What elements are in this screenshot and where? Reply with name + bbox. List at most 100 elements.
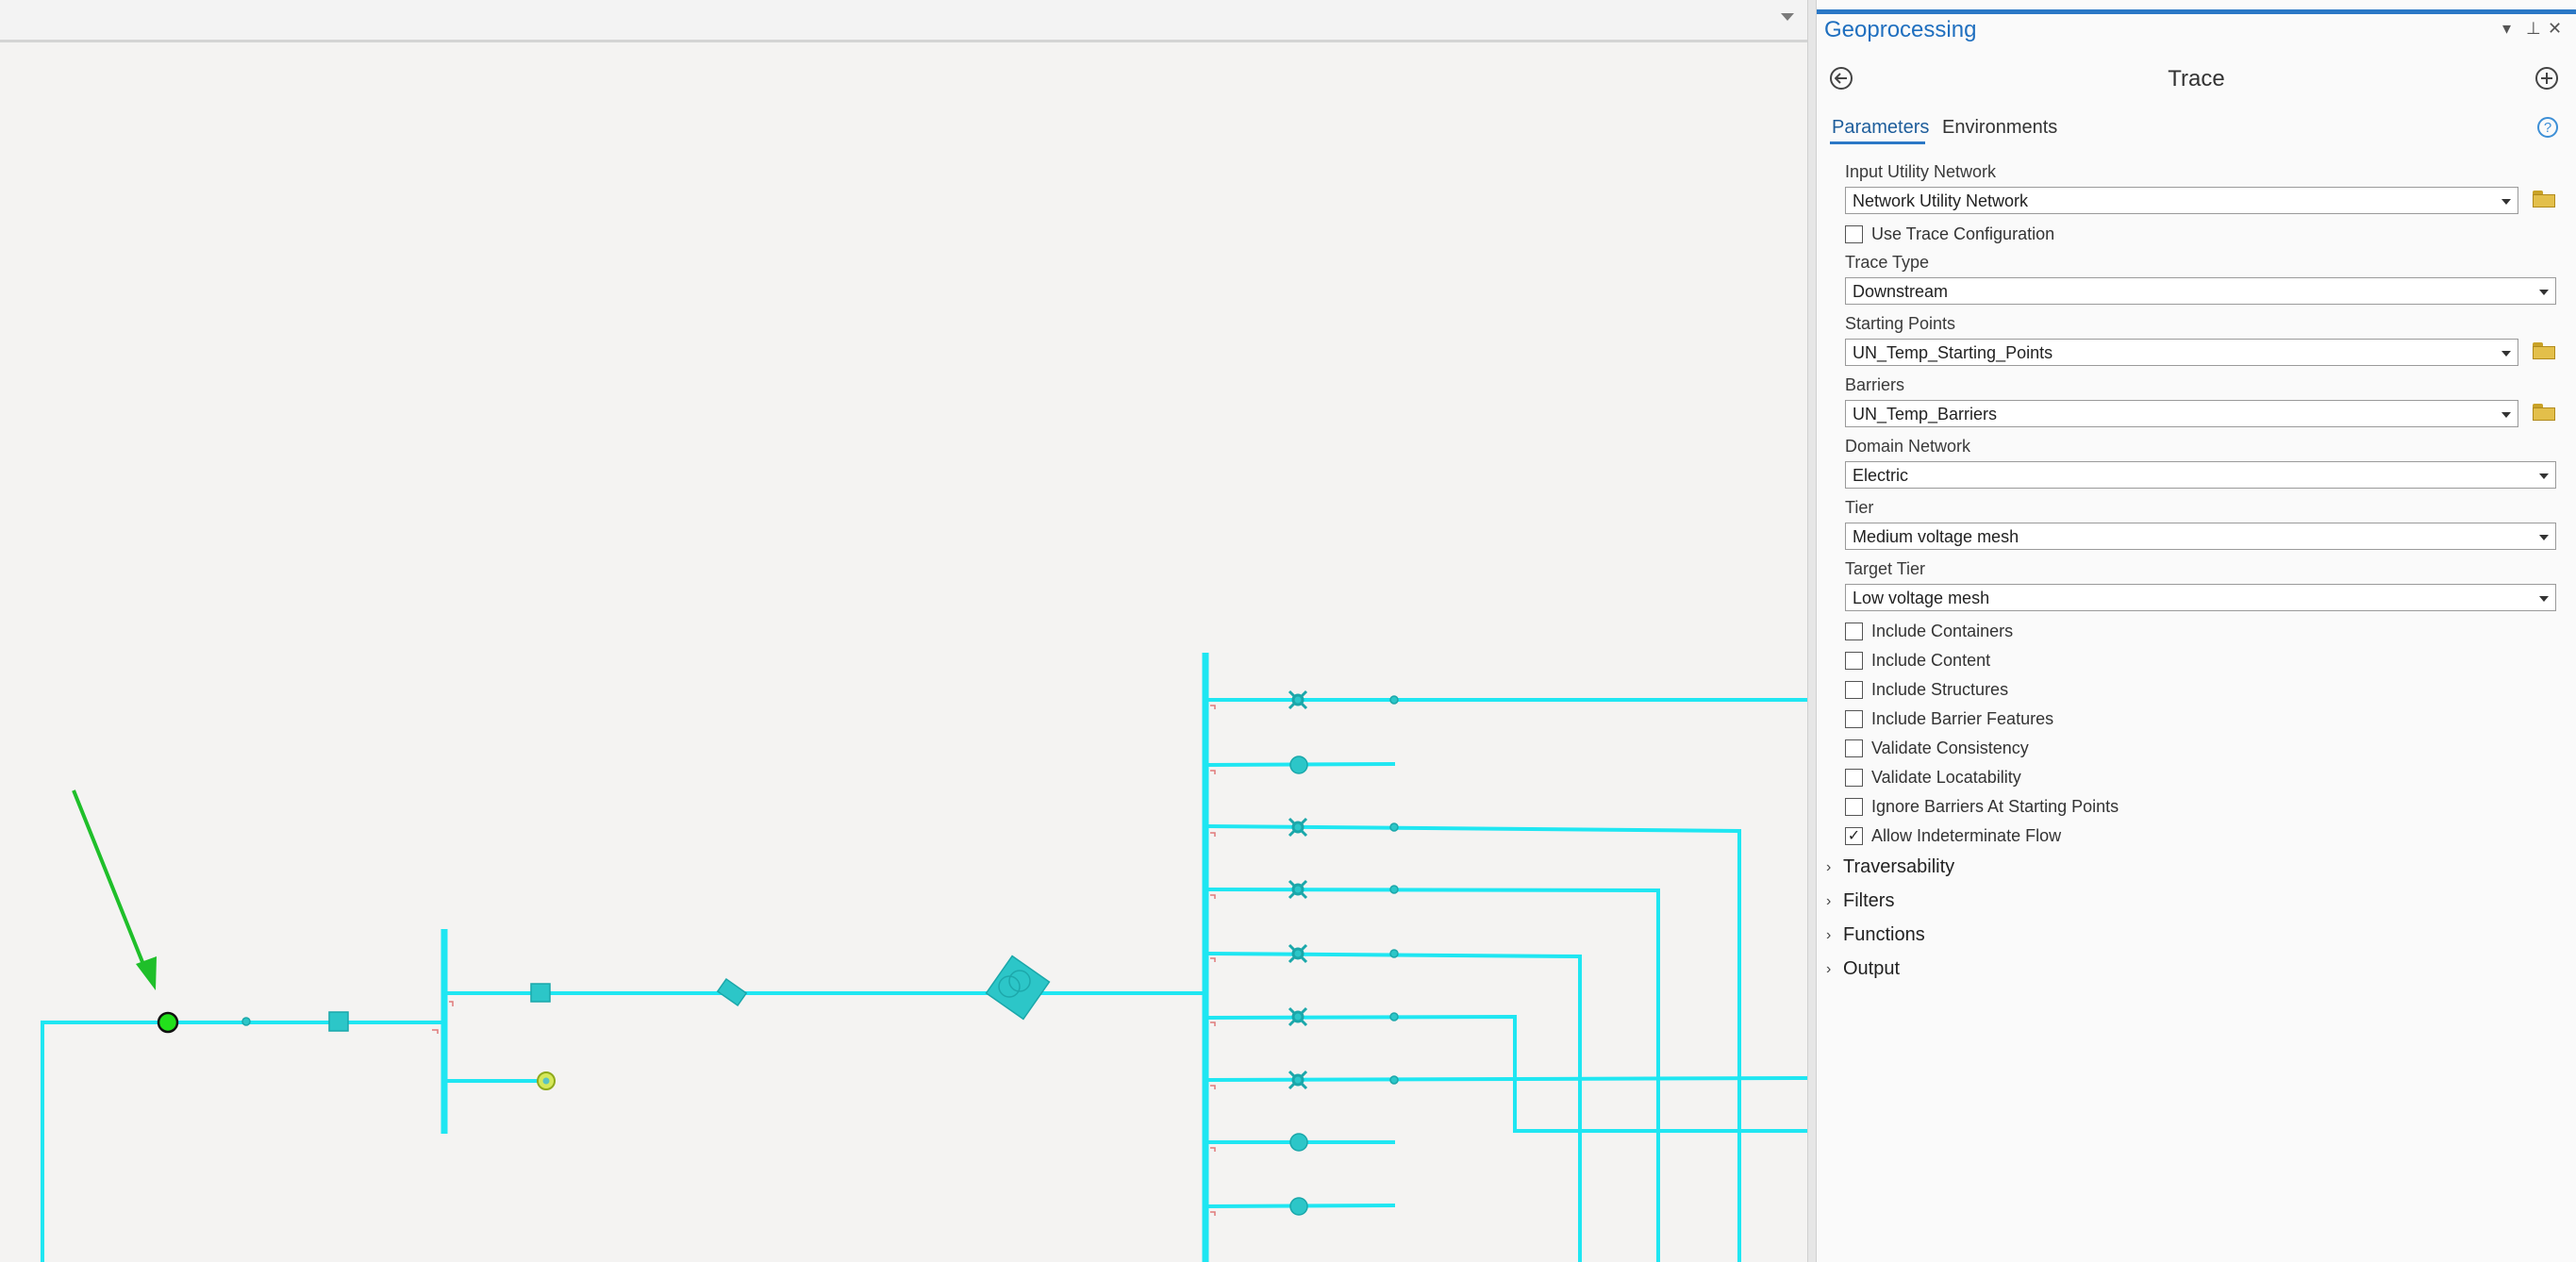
add-icon[interactable] bbox=[2535, 67, 2558, 90]
option-checkbox-row[interactable]: Validate Consistency bbox=[1845, 737, 2029, 759]
checkbox-box[interactable] bbox=[1845, 768, 1863, 787]
chevron-right-icon: › bbox=[1826, 892, 1832, 909]
map-view[interactable] bbox=[0, 42, 1807, 1262]
junction-dot bbox=[1389, 822, 1399, 832]
junction-ticks bbox=[432, 705, 1216, 1216]
trace-type-label: Trace Type bbox=[1845, 253, 1930, 272]
tier-dropdown[interactable]: Medium voltage mesh bbox=[1845, 523, 2556, 550]
tab-environments[interactable]: Environments bbox=[1942, 117, 2057, 139]
annotation-arrow-icon bbox=[72, 789, 157, 990]
checkbox-box[interactable] bbox=[1845, 224, 1863, 243]
checkbox-label: Use Trace Configuration bbox=[1871, 224, 2055, 243]
chevron-right-icon: › bbox=[1826, 926, 1832, 943]
folder-icon[interactable] bbox=[2533, 342, 2557, 359]
option-checkbox-row[interactable]: ✓ Allow Indeterminate Flow bbox=[1845, 824, 2061, 847]
close-icon[interactable]: ✕ bbox=[2548, 19, 2562, 39]
starting-points-value: UN_Temp_Starting_Points bbox=[1853, 343, 2053, 362]
tool-name: Trace bbox=[2168, 66, 2225, 91]
junction-dot bbox=[1389, 1075, 1399, 1085]
section-label: Output bbox=[1843, 958, 1901, 979]
folder-icon[interactable] bbox=[2533, 191, 2557, 208]
junction-dot bbox=[241, 1017, 251, 1026]
help-icon[interactable]: ? bbox=[2537, 117, 2558, 138]
pin-icon[interactable]: ⊥ bbox=[2526, 19, 2541, 39]
barriers-value: UN_Temp_Barriers bbox=[1853, 405, 1998, 423]
section-label: Filters bbox=[1843, 890, 1895, 911]
starting-points-field[interactable]: UN_Temp_Starting_Points bbox=[1845, 339, 2518, 366]
checkbox-label: Include Structures bbox=[1871, 679, 2009, 699]
geoprocessing-pane: Geoprocessing ▾ ⊥ ✕ Trace Parameters Env… bbox=[1817, 0, 2576, 1262]
chevron-down-icon bbox=[2539, 290, 2549, 295]
checkbox-box[interactable] bbox=[1845, 622, 1863, 640]
checkbox-box[interactable] bbox=[1845, 680, 1863, 699]
chevron-down-icon bbox=[2501, 199, 2511, 205]
checkbox-label: Validate Consistency bbox=[1871, 738, 2029, 757]
branch-6 bbox=[1207, 1014, 1807, 1133]
section-output[interactable]: › Output bbox=[1826, 958, 1900, 980]
starting-points-label: Starting Points bbox=[1845, 314, 1956, 333]
checkmark-icon[interactable]: ✓ bbox=[1845, 826, 1863, 845]
checkbox-label: Include Content bbox=[1871, 650, 1991, 670]
domain-network-value: Electric bbox=[1853, 466, 1909, 485]
target-tier-dropdown[interactable]: Low voltage mesh bbox=[1845, 584, 2556, 611]
checkbox-box[interactable] bbox=[1845, 739, 1863, 757]
option-checkbox-row[interactable]: Include Content bbox=[1845, 649, 1990, 672]
option-checkbox-row[interactable]: Include Structures bbox=[1845, 678, 2008, 701]
section-label: Functions bbox=[1843, 924, 1925, 945]
folder-icon[interactable] bbox=[2533, 404, 2557, 421]
domain-network-dropdown[interactable]: Electric bbox=[1845, 461, 2556, 489]
input-utility-network-label: Input Utility Network bbox=[1845, 162, 1997, 181]
input-utility-network-field[interactable]: Network Utility Network bbox=[1845, 187, 2518, 214]
tab-parameters[interactable]: Parameters bbox=[1832, 117, 1929, 139]
checkbox-box[interactable] bbox=[1845, 797, 1863, 816]
checkbox-label: Include Barrier Features bbox=[1871, 708, 2054, 728]
trace-type-value: Downstream bbox=[1853, 282, 1949, 301]
junction-dot bbox=[1389, 695, 1399, 705]
switch-device bbox=[530, 983, 551, 1003]
chevron-right-icon: › bbox=[1826, 960, 1832, 977]
checkbox-box[interactable] bbox=[1845, 651, 1863, 670]
chevron-down-icon bbox=[2501, 351, 2511, 357]
checkbox-label: Validate Locatability bbox=[1871, 767, 2021, 787]
chevron-right-icon: › bbox=[1826, 858, 1832, 875]
barriers-field[interactable]: UN_Temp_Barriers bbox=[1845, 400, 2518, 427]
pane-splitter[interactable] bbox=[1807, 0, 1817, 1262]
use-trace-configuration-checkbox[interactable]: Use Trace Configuration bbox=[1845, 223, 2054, 245]
tier-label: Tier bbox=[1845, 498, 1874, 517]
checkbox-box[interactable] bbox=[1845, 709, 1863, 728]
breaker-devices bbox=[1288, 689, 1308, 1090]
branch-5 bbox=[1207, 952, 1582, 1262]
checkbox-label: Ignore Barriers At Starting Points bbox=[1871, 796, 2119, 816]
junction-dot bbox=[1389, 885, 1399, 894]
chevron-down-icon bbox=[2501, 412, 2511, 418]
map-toolbar bbox=[0, 0, 1807, 42]
pane-accent-bar bbox=[1817, 9, 2576, 14]
section-traversability[interactable]: › Traversability bbox=[1826, 856, 1954, 878]
barriers-label: Barriers bbox=[1845, 375, 1905, 394]
map-options-dropdown-icon[interactable] bbox=[1781, 13, 1794, 21]
section-label: Traversability bbox=[1843, 856, 1955, 877]
trace-type-dropdown[interactable]: Downstream bbox=[1845, 277, 2556, 305]
pane-options-dropdown-icon[interactable]: ▾ bbox=[2502, 19, 2511, 39]
pane-title: Geoprocessing bbox=[1824, 17, 1977, 42]
fuse-device bbox=[716, 977, 748, 1007]
tier-value: Medium voltage mesh bbox=[1853, 527, 2019, 546]
checkbox-label: Allow Indeterminate Flow bbox=[1871, 825, 2062, 845]
target-tier-value: Low voltage mesh bbox=[1853, 589, 1990, 607]
checkbox-label: Include Containers bbox=[1871, 621, 2014, 640]
network-lines bbox=[41, 653, 1807, 1262]
section-functions[interactable]: › Functions bbox=[1826, 924, 1925, 946]
chevron-down-icon bbox=[2539, 473, 2549, 479]
section-filters[interactable]: › Filters bbox=[1826, 890, 1894, 912]
left-feeder-line bbox=[41, 1021, 443, 1262]
starting-point-marker bbox=[157, 1011, 179, 1034]
option-checkbox-row[interactable]: Include Barrier Features bbox=[1845, 707, 2053, 730]
junction-dot bbox=[1389, 1012, 1399, 1021]
option-checkbox-row[interactable]: Ignore Barriers At Starting Points bbox=[1845, 795, 2119, 818]
option-checkbox-row[interactable]: Include Containers bbox=[1845, 620, 2013, 642]
switch-device bbox=[328, 1011, 349, 1032]
option-checkbox-row[interactable]: Validate Locatability bbox=[1845, 766, 2021, 789]
meter-device bbox=[1289, 1197, 1308, 1216]
network-diagram bbox=[41, 653, 1807, 1262]
transformer-housing bbox=[985, 955, 1051, 1021]
